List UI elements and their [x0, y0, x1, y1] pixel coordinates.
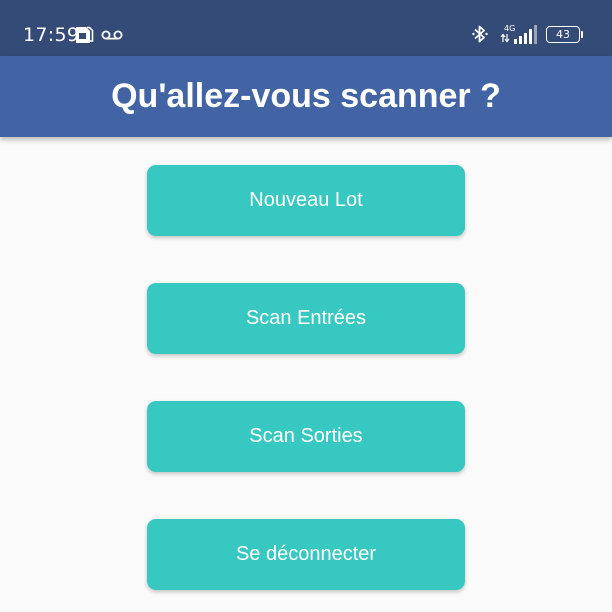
screen: 17:59 4G 43 Qu'allez-vous scanner ? Nouv… [0, 0, 612, 612]
signal-strength-icon [514, 25, 537, 44]
logout-button[interactable]: Se déconnecter [147, 519, 465, 590]
status-time: 17:59 [23, 24, 80, 46]
scan-in-button[interactable]: Scan Entrées [147, 283, 465, 354]
status-bar: 17:59 4G 43 [0, 0, 612, 56]
app-bar: Qu'allez-vous scanner ? [0, 56, 612, 137]
data-arrows-icon [500, 33, 510, 43]
battery-level: 43 [546, 26, 580, 43]
new-batch-button[interactable]: Nouveau Lot [147, 165, 465, 236]
page-title: Qu'allez-vous scanner ? [111, 76, 501, 115]
sim-card-icon [76, 26, 94, 43]
voicemail-icon [101, 30, 123, 40]
bluetooth-icon [472, 25, 488, 43]
battery-icon: 43 [546, 26, 583, 43]
scan-out-button[interactable]: Scan Sorties [147, 401, 465, 472]
battery-tip [581, 31, 583, 38]
